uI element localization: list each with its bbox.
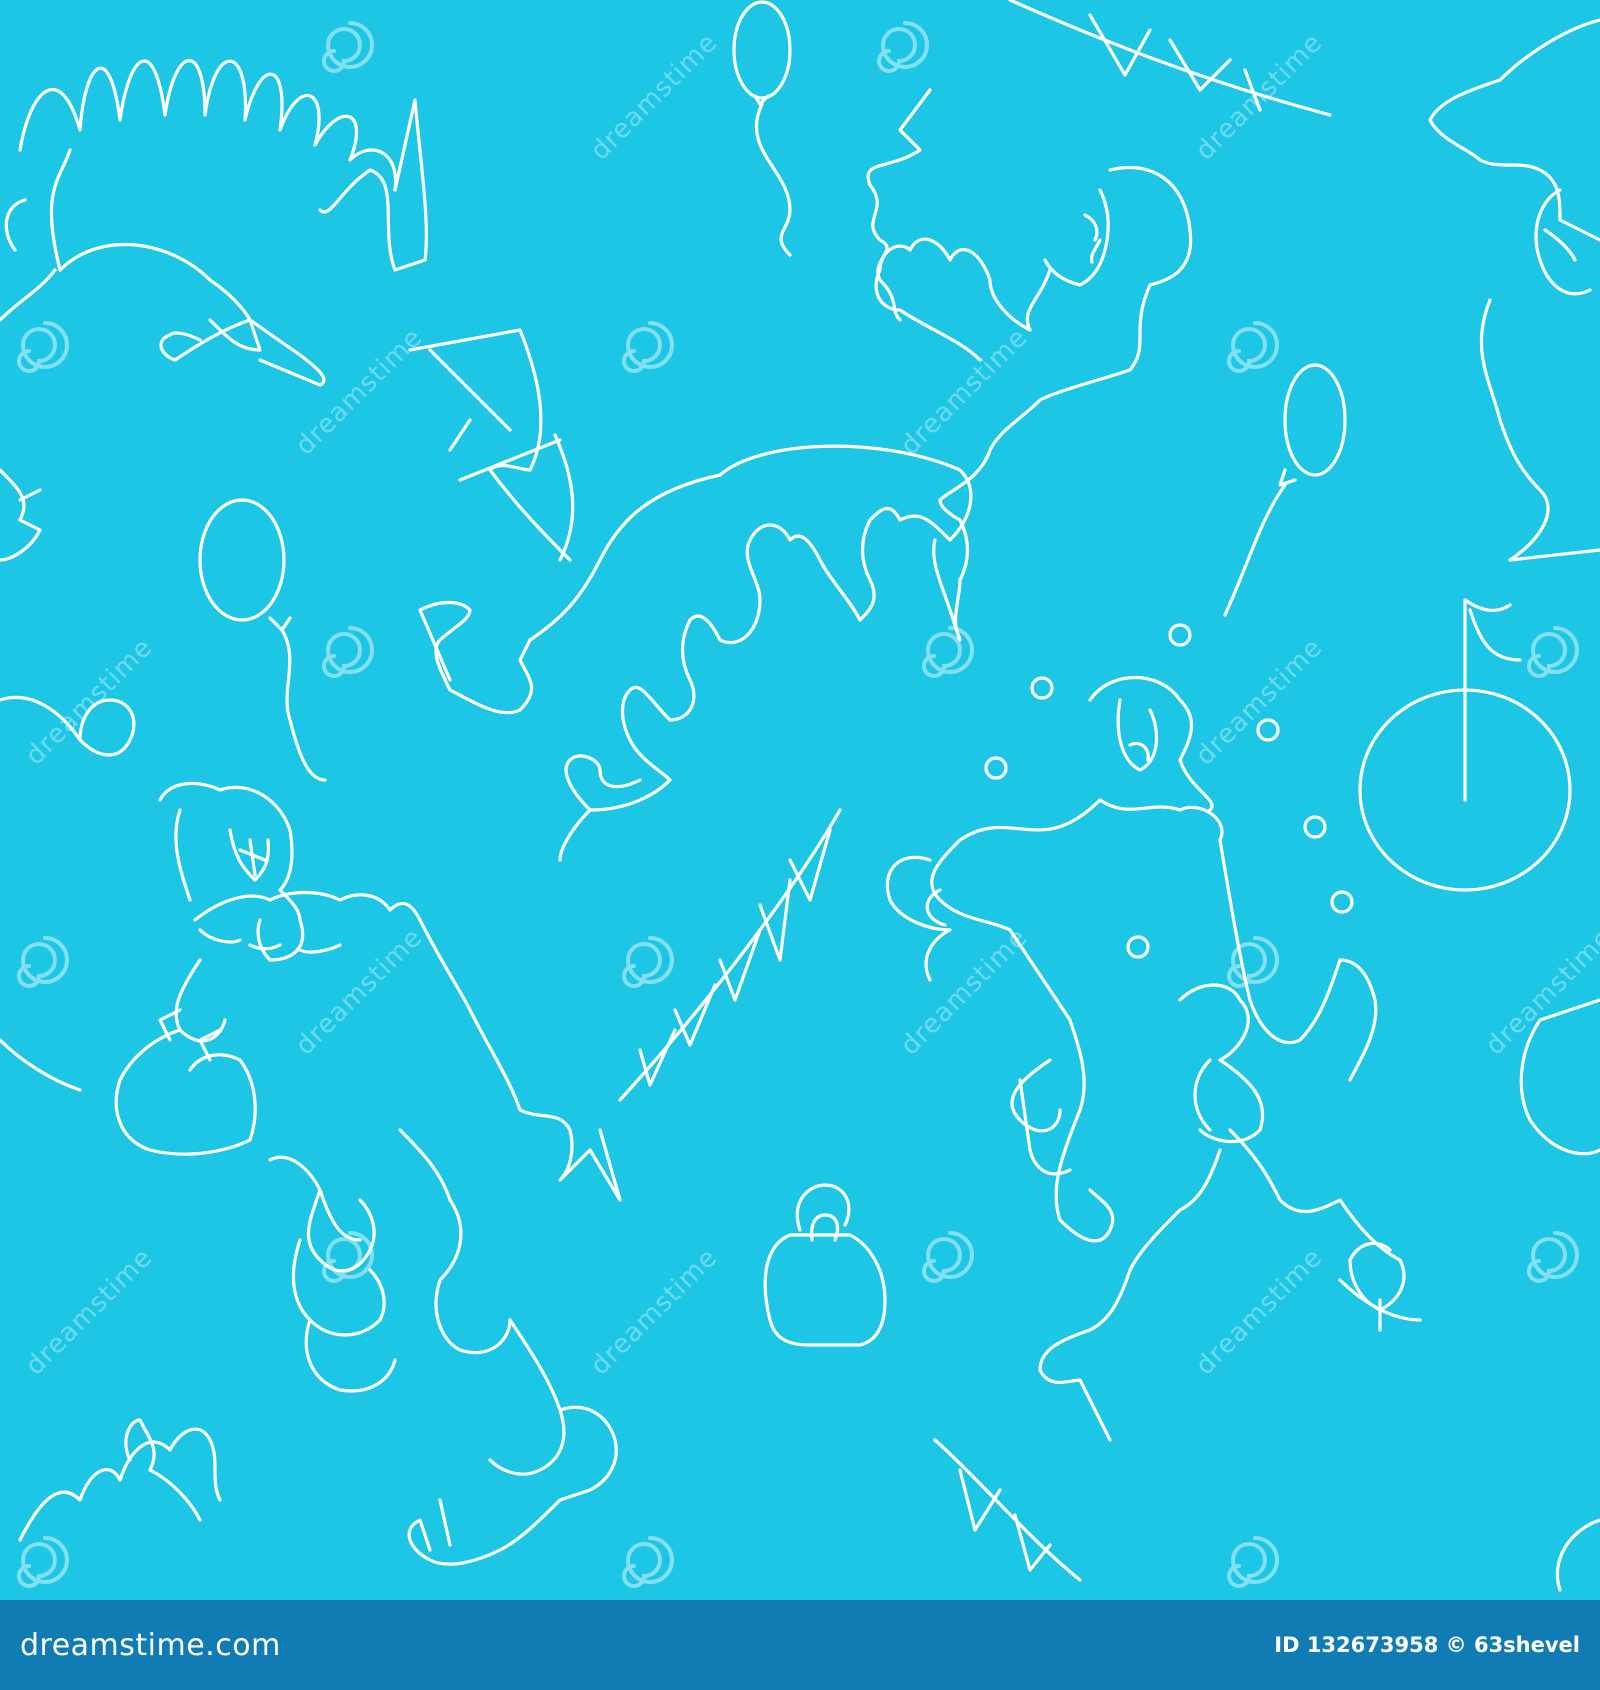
bunting-flags-bottom: [933, 1438, 1082, 1582]
bunting-flags-center: [618, 808, 842, 1102]
clown-pattern-illustration: dreamstime dreamstime dreamstime dreamst…: [0, 0, 1600, 1600]
clown-figure-lower-middle: [885, 675, 1422, 1442]
footer-meta: ID 132673958 © 63shevel: [1274, 1633, 1580, 1657]
clown-figure-lower-left: [114, 781, 622, 1566]
partial-figures-left-edge: [0, 468, 136, 1092]
clown-figure-center: [418, 88, 1193, 862]
stock-image: dreamstime dreamstime dreamstime dreamst…: [0, 0, 1600, 1690]
balloon-left: [198, 498, 327, 782]
clown-figure-right-edge: [1428, 18, 1600, 562]
pattern-drawing: [0, 0, 1600, 1592]
watermark-swirl-icons: [17, 21, 1579, 1588]
stock-footer-bar: dreamstime.com ID 132673958 © 63shevel: [0, 1600, 1600, 1690]
kettlebell: [763, 1183, 887, 1347]
copyright-label: © 63shevel: [1445, 1633, 1580, 1657]
partial-figures-right-edge: [1519, 998, 1600, 1592]
clown-figure-bottom-left-edge: [18, 1418, 222, 1542]
kite-shape: [408, 328, 575, 562]
footer-brand[interactable]: dreamstime.com: [20, 1628, 281, 1663]
balloon-top: [732, 0, 792, 257]
balloon-right: [1223, 363, 1347, 617]
bicycle-wheel: [1358, 598, 1572, 892]
image-id-label: ID 132673958: [1274, 1633, 1439, 1657]
